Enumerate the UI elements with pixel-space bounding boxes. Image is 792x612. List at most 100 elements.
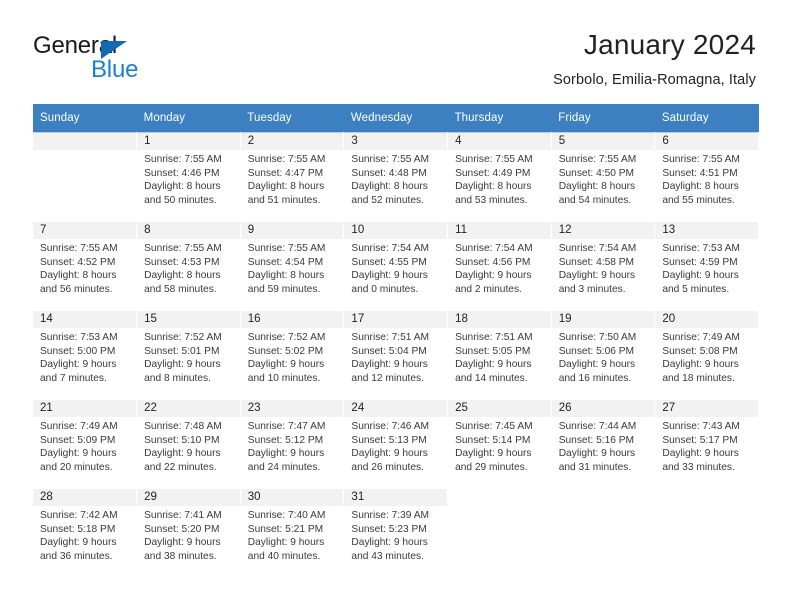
calendar-day-cell[interactable]: 25 Sunrise: 7:45 AM Sunset: 5:14 PM Dayligh… xyxy=(447,399,552,489)
general-blue-logo[interactable]: General Blue xyxy=(33,32,233,88)
calendar-day-cell[interactable]: 3 Sunrise: 7:55 AM Sunset: 4:48 PM Daylight… xyxy=(343,132,449,222)
calendar-day-cell[interactable]: 9 Sunrise: 7:55 AM Sunset: 4:54 PM Daylight… xyxy=(240,221,345,311)
day-number: 7 xyxy=(33,222,137,239)
calendar-day-cell[interactable]: 31 Sunrise: 7:39 AM Sunset: 5:23 PM Dayligh… xyxy=(343,488,449,578)
day-details: Sunrise: 7:53 AM Sunset: 4:59 PM Daylight:… xyxy=(655,239,758,296)
day-details: Sunrise: 7:47 AM Sunset: 5:12 PM Daylight:… xyxy=(241,417,344,474)
sunset-text: Sunset: 4:55 PM xyxy=(351,256,427,268)
sunrise-text: Sunrise: 7:49 AM xyxy=(662,332,740,343)
calendar-day-cell[interactable]: 21 Sunrise: 7:49 AM Sunset: 5:09 PM Dayligh… xyxy=(33,399,138,489)
sunset-text: Sunset: 5:09 PM xyxy=(40,434,116,446)
day-details: Sunrise: 7:44 AM Sunset: 5:16 PM Daylight:… xyxy=(552,417,655,474)
calendar-day-cell[interactable]: 2 Sunrise: 7:55 AM Sunset: 4:47 PM Daylight… xyxy=(240,132,345,222)
daylight-text-cont: and 7 minutes. xyxy=(40,372,107,384)
day-details: Sunrise: 7:55 AM Sunset: 4:53 PM Daylight:… xyxy=(137,239,240,296)
day-number: 1 xyxy=(137,133,240,150)
day-cell-inner: 1 Sunrise: 7:55 AM Sunset: 4:46 PM Daylight… xyxy=(137,133,240,221)
day-number: 24 xyxy=(344,400,448,417)
sunrise-text: Sunrise: 7:51 AM xyxy=(351,332,430,343)
day-number: 18 xyxy=(448,311,551,328)
day-details: Sunrise: 7:41 AM Sunset: 5:20 PM Daylight:… xyxy=(137,506,240,563)
calendar-day-cell[interactable]: 24 Sunrise: 7:46 AM Sunset: 5:13 PM Dayligh… xyxy=(343,399,449,489)
daylight-text: Daylight: 9 hours xyxy=(40,359,117,371)
day-details: Sunrise: 7:43 AM Sunset: 5:17 PM Daylight:… xyxy=(655,417,758,474)
sunset-text: Sunset: 5:06 PM xyxy=(558,345,635,357)
daylight-text: Daylight: 9 hours xyxy=(351,270,428,282)
calendar-day-cell[interactable]: 12 Sunrise: 7:54 AM Sunset: 4:58 PM Dayligh… xyxy=(551,221,656,311)
daylight-text: Daylight: 8 hours xyxy=(144,181,221,193)
daylight-text: Daylight: 9 hours xyxy=(455,448,532,460)
daylight-text-cont: and 12 minutes. xyxy=(351,372,424,384)
day-number: 31 xyxy=(344,489,448,506)
day-number xyxy=(33,133,137,150)
daylight-text: Daylight: 9 hours xyxy=(144,448,221,460)
calendar-day-cell[interactable]: 7 Sunrise: 7:55 AM Sunset: 4:52 PM Daylight… xyxy=(33,221,138,311)
daylight-text-cont: and 43 minutes. xyxy=(351,550,424,562)
sunrise-text: Sunrise: 7:55 AM xyxy=(247,243,326,254)
calendar-day-cell[interactable]: 16 Sunrise: 7:52 AM Sunset: 5:02 PM Dayligh… xyxy=(240,310,345,400)
sunset-text: Sunset: 5:13 PM xyxy=(351,434,427,446)
calendar-day-cell[interactable]: 17 Sunrise: 7:51 AM Sunset: 5:04 PM Dayligh… xyxy=(343,310,449,400)
daylight-text: Daylight: 9 hours xyxy=(247,537,325,549)
daylight-text: Daylight: 8 hours xyxy=(455,181,532,193)
daylight-text-cont: and 24 minutes. xyxy=(247,461,321,473)
calendar-day-cell[interactable]: 26 Sunrise: 7:44 AM Sunset: 5:16 PM Dayligh… xyxy=(551,399,656,489)
calendar-day-cell[interactable]: 8 Sunrise: 7:55 AM Sunset: 4:53 PM Daylight… xyxy=(136,221,241,311)
sunrise-text: Sunrise: 7:44 AM xyxy=(558,421,637,432)
daylight-text: Daylight: 8 hours xyxy=(351,181,428,193)
calendar-day-cell[interactable]: 5 Sunrise: 7:55 AM Sunset: 4:50 PM Daylight… xyxy=(551,132,656,222)
day-cell-inner: 18 Sunrise: 7:51 AM Sunset: 5:05 PM Dayligh… xyxy=(448,311,551,399)
calendar-day-cell[interactable]: 29 Sunrise: 7:41 AM Sunset: 5:20 PM Dayligh… xyxy=(136,488,241,578)
sunrise-text: Sunrise: 7:55 AM xyxy=(662,154,740,165)
sunset-text: Sunset: 5:08 PM xyxy=(662,345,738,357)
weekday-header-friday: Friday xyxy=(551,104,655,133)
calendar-day-cell[interactable]: 20 Sunrise: 7:49 AM Sunset: 5:08 PM Dayligh… xyxy=(654,310,759,400)
daylight-text: Daylight: 8 hours xyxy=(558,181,636,193)
daylight-text-cont: and 38 minutes. xyxy=(144,550,217,562)
sunrise-text: Sunrise: 7:52 AM xyxy=(144,332,222,343)
day-number xyxy=(551,489,655,506)
sunrise-text: Sunrise: 7:50 AM xyxy=(558,332,637,343)
calendar-day-cell[interactable]: 1 Sunrise: 7:55 AM Sunset: 4:46 PM Daylight… xyxy=(136,132,241,222)
day-cell-inner: 22 Sunrise: 7:48 AM Sunset: 5:10 PM Dayligh… xyxy=(137,400,240,488)
day-details: Sunrise: 7:55 AM Sunset: 4:51 PM Daylight:… xyxy=(655,150,758,207)
calendar-day-cell[interactable]: 4 Sunrise: 7:55 AM Sunset: 4:49 PM Daylight… xyxy=(447,132,552,222)
calendar-day-cell[interactable]: 13 Sunrise: 7:53 AM Sunset: 4:59 PM Dayligh… xyxy=(654,221,759,311)
day-cell-inner: 31 Sunrise: 7:39 AM Sunset: 5:23 PM Dayligh… xyxy=(344,489,448,577)
sunset-text: Sunset: 4:51 PM xyxy=(662,167,738,179)
calendar-body: 1 Sunrise: 7:55 AM Sunset: 4:46 PM Daylight… xyxy=(33,132,759,578)
calendar-day-cell[interactable]: 27 Sunrise: 7:43 AM Sunset: 5:17 PM Dayligh… xyxy=(654,399,759,489)
calendar-day-cell[interactable]: 30 Sunrise: 7:40 AM Sunset: 5:21 PM Dayligh… xyxy=(240,488,345,578)
day-cell-inner: 15 Sunrise: 7:52 AM Sunset: 5:01 PM Dayligh… xyxy=(137,311,240,399)
calendar-day-cell[interactable]: 28 Sunrise: 7:42 AM Sunset: 5:18 PM Dayligh… xyxy=(33,488,138,578)
calendar-day-cell[interactable]: 10 Sunrise: 7:54 AM Sunset: 4:55 PM Dayligh… xyxy=(343,221,449,311)
calendar-day-cell[interactable]: 11 Sunrise: 7:54 AM Sunset: 4:56 PM Dayligh… xyxy=(447,221,552,311)
sunrise-text: Sunrise: 7:54 AM xyxy=(351,243,430,254)
sunset-text: Sunset: 4:58 PM xyxy=(558,256,635,268)
daylight-text-cont: and 56 minutes. xyxy=(40,283,113,295)
calendar-day-cell[interactable]: 14 Sunrise: 7:53 AM Sunset: 5:00 PM Dayligh… xyxy=(33,310,138,400)
day-details: Sunrise: 7:55 AM Sunset: 4:48 PM Daylight:… xyxy=(344,150,447,207)
daylight-text: Daylight: 9 hours xyxy=(144,359,221,371)
day-cell-inner: 19 Sunrise: 7:50 AM Sunset: 5:06 PM Dayligh… xyxy=(551,311,655,399)
daylight-text-cont: and 40 minutes. xyxy=(247,550,321,562)
calendar-day-cell[interactable]: 18 Sunrise: 7:51 AM Sunset: 5:05 PM Dayligh… xyxy=(447,310,552,400)
sunset-text: Sunset: 5:20 PM xyxy=(144,523,220,535)
calendar-day-cell[interactable]: 19 Sunrise: 7:50 AM Sunset: 5:06 PM Dayligh… xyxy=(551,310,656,400)
calendar-week-row: 1 Sunrise: 7:55 AM Sunset: 4:46 PM Daylight… xyxy=(33,132,759,222)
calendar-day-cell[interactable]: 15 Sunrise: 7:52 AM Sunset: 5:01 PM Dayligh… xyxy=(136,310,241,400)
day-details xyxy=(552,506,655,509)
daylight-text: Daylight: 9 hours xyxy=(351,359,428,371)
calendar-day-cell[interactable]: 23 Sunrise: 7:47 AM Sunset: 5:12 PM Dayligh… xyxy=(240,399,345,489)
calendar-day-cell[interactable]: 22 Sunrise: 7:48 AM Sunset: 5:10 PM Dayligh… xyxy=(136,399,241,489)
calendar-day-cell[interactable]: 6 Sunrise: 7:55 AM Sunset: 4:51 PM Daylight… xyxy=(654,132,759,222)
sunset-text: Sunset: 5:05 PM xyxy=(455,345,531,357)
day-cell-inner: 23 Sunrise: 7:47 AM Sunset: 5:12 PM Dayligh… xyxy=(240,400,344,488)
day-number: 25 xyxy=(448,400,551,417)
sunset-text: Sunset: 4:59 PM xyxy=(662,256,738,268)
sunset-text: Sunset: 4:53 PM xyxy=(144,256,220,268)
day-number: 6 xyxy=(655,133,758,150)
day-number: 19 xyxy=(551,311,655,328)
day-number: 2 xyxy=(240,133,344,150)
sunset-text: Sunset: 4:54 PM xyxy=(247,256,324,268)
